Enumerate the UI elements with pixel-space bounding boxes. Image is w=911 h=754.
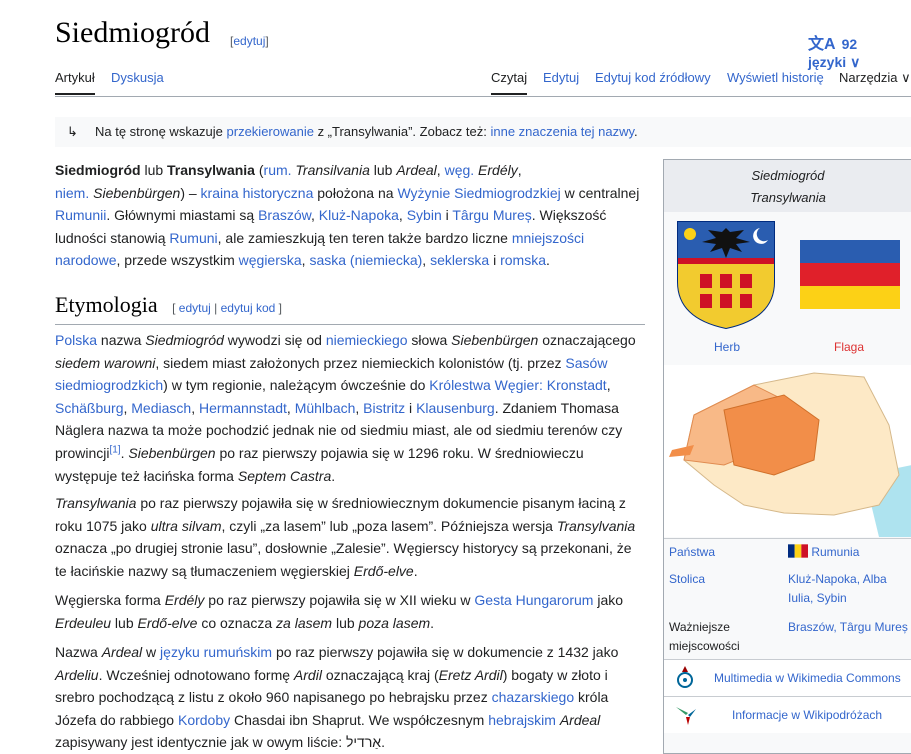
tab-article[interactable]: Artykuł: [55, 70, 95, 95]
tab-history[interactable]: Wyświetl historię: [727, 70, 824, 85]
title-edit-link[interactable]: [edytuj]: [230, 34, 269, 48]
flag-caption[interactable]: Flaga: [834, 340, 864, 354]
intro-paragraph: Siedmiogród lub Transylwania (rum. Trans…: [55, 162, 640, 269]
page-title: Siedmiogród: [55, 16, 210, 49]
disambiguation-link[interactable]: inne znaczenia tej nazwy: [490, 124, 634, 139]
tab-talk[interactable]: Dyskusja: [111, 70, 164, 85]
tab-edit-source[interactable]: Edytuj kod źródłowy: [595, 70, 711, 85]
translate-icon: 文A: [808, 36, 836, 53]
chevron-down-icon: ∨: [901, 70, 911, 85]
location-map[interactable]: [664, 365, 911, 537]
romania-flag-icon: [788, 544, 808, 558]
cities-label: Ważniejsze miejscowości: [669, 620, 740, 653]
section-edit-link[interactable]: edytuj: [179, 301, 211, 315]
etymology-paragraph-3: Węgierska forma Erdély po raz pierwszy p…: [55, 592, 624, 631]
page-tabs: Artykuł Dyskusja Czytaj Edytuj Edytuj ko…: [55, 64, 911, 97]
wikivoyage-icon: [676, 707, 696, 725]
etymology-paragraph-2: Transylwania po raz pierwszy pojawiła si…: [55, 495, 636, 579]
tools-menu[interactable]: Narzędzia ∨: [839, 70, 911, 86]
redirect-arrow-icon: ↳: [67, 124, 78, 139]
etymology-paragraph-1: Polska nazwa Siedmiogród wywodzi się od …: [55, 332, 636, 484]
wikimedia-commons-icon: [677, 666, 693, 688]
commons-link[interactable]: Multimedia w Wikimedia Commons: [664, 659, 911, 696]
coat-of-arms-image[interactable]: [676, 220, 776, 330]
infobox: Siedmiogród Transylwania Herb Flaga Pańs…: [663, 159, 911, 754]
infobox-title: Siedmiogród Transylwania: [664, 160, 911, 212]
section-heading-etymology: Etymologia [ edytuj | edytuj kod ]: [55, 292, 645, 325]
wikivoyage-link[interactable]: Informacje w Wikipodróżach: [664, 696, 911, 733]
cities-value[interactable]: Braszów, Târgu Mureș: [788, 618, 908, 637]
country-label[interactable]: Państwa: [669, 545, 715, 559]
redirect-link[interactable]: przekierowanie: [227, 124, 314, 139]
capital-label[interactable]: Stolica: [669, 572, 705, 586]
coat-of-arms-caption[interactable]: Herb: [714, 340, 740, 354]
tab-read[interactable]: Czytaj: [491, 70, 528, 95]
capital-value[interactable]: Kluż-Napoka, Alba Iulia, Sybin: [788, 570, 906, 608]
etymology-paragraph-4: Nazwa Ardeal w języku rumuńskim po raz p…: [55, 644, 619, 751]
hatnote: ↳ Na tę stronę wskazuje przekierowanie z…: [55, 117, 911, 147]
section-edit-source-link[interactable]: edytuj kod: [221, 301, 276, 315]
flag-image[interactable]: [800, 240, 900, 309]
tab-edit[interactable]: Edytuj: [543, 70, 579, 85]
country-value[interactable]: Rumunia: [788, 543, 859, 562]
